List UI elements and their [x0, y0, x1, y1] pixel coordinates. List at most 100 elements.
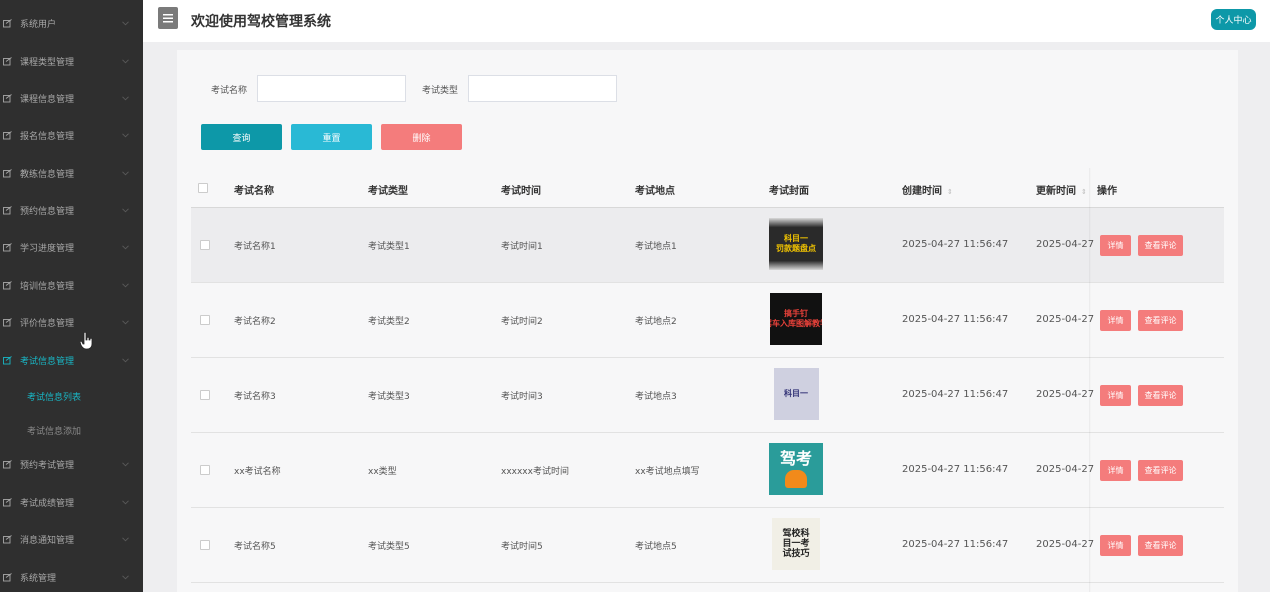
row-checkbox[interactable]	[200, 390, 210, 400]
fixed-column-shadow	[1089, 168, 1091, 592]
sidebar-item[interactable]: 课程类型管理	[0, 43, 143, 79]
sidebar-item[interactable]: 考试信息管理	[0, 342, 143, 378]
cell-exam-time: 考试时间5	[501, 542, 543, 552]
chevron-down-icon	[121, 57, 129, 65]
col-header-cover: 考试封面	[769, 186, 809, 197]
reset-button[interactable]: 重置	[291, 124, 372, 150]
sidebar-item[interactable]: 系统管理	[0, 559, 143, 592]
sidebar-item-label: 学习进度管理	[20, 243, 75, 254]
select-all-checkbox[interactable]	[198, 183, 208, 193]
sidebar-subitem-label: 考试信息列表	[27, 392, 82, 403]
cell-exam-time: 考试时间3	[501, 392, 543, 402]
col-header-created[interactable]: 创建时间 ⇕	[902, 182, 953, 197]
cover-text: 驾车入库图解教学	[770, 319, 822, 328]
col-header-updated[interactable]: 更新时间 ⇕	[1036, 182, 1087, 197]
sidebar-item-label: 预约信息管理	[20, 206, 75, 217]
sidebar-item[interactable]: 消息通知管理	[0, 521, 143, 557]
cell-created-time: 2025-04-27 11:56:47	[902, 239, 1009, 250]
cell-exam-place: 考试地点5	[635, 542, 677, 552]
cell-exam-place: 考试地点2	[635, 317, 677, 327]
delete-button[interactable]: 删除	[381, 124, 462, 150]
sidebar: 系统用户课程类型管理 课程信息管理 报名信息管理教练信息管理预约信息管理 学习进度管理…	[0, 0, 143, 592]
cell-created-time: 2025-04-27 11:56:47	[902, 389, 1009, 400]
chevron-down-icon	[121, 131, 129, 139]
page-title: 欢迎使用驾校管理系统	[191, 14, 331, 30]
detail-button[interactable]: 详情	[1100, 385, 1131, 406]
sidebar-subitem[interactable]: 考试信息添加	[0, 414, 143, 446]
edit-icon	[2, 93, 12, 103]
view-comments-button[interactable]: 查看评论	[1138, 310, 1183, 331]
sidebar-item[interactable]: 培训信息管理	[0, 267, 143, 303]
sidebar-item[interactable]: 评价信息管理	[0, 304, 143, 340]
exam-type-input[interactable]	[468, 75, 617, 102]
edit-icon	[2, 317, 12, 327]
sidebar-item[interactable]: 系统用户	[0, 5, 143, 41]
cover-text: 科目一	[784, 389, 808, 398]
cover-text: 科目一	[784, 234, 808, 243]
edit-icon	[2, 205, 12, 215]
edit-icon	[2, 56, 12, 66]
cell-exam-name: 考试名称3	[234, 392, 276, 402]
cover-text: 搞手钉	[784, 309, 808, 318]
edit-icon	[2, 130, 12, 140]
cell-exam-time: 考试时间1	[501, 242, 543, 252]
cover-text: 驾考	[779, 449, 812, 468]
view-comments-button[interactable]: 查看评论	[1138, 385, 1183, 406]
edit-icon	[2, 242, 12, 252]
car-icon	[785, 470, 807, 488]
sort-icon[interactable]: ⇕	[1081, 188, 1087, 196]
sidebar-item-label: 考试信息管理	[20, 356, 75, 367]
cell-exam-type: 考试类型3	[368, 392, 410, 402]
view-comments-button[interactable]: 查看评论	[1138, 460, 1183, 481]
exam-cover-image: 科目一 罚款题盘点	[769, 218, 823, 270]
sidebar-item[interactable]: 预约信息管理	[0, 192, 143, 228]
chevron-down-icon	[121, 94, 129, 102]
sidebar-item[interactable]: 课程信息管理	[0, 80, 143, 116]
sidebar-item-label: 课程类型管理	[20, 57, 75, 68]
chevron-down-icon	[121, 460, 129, 468]
query-button[interactable]: 查询	[201, 124, 282, 150]
sidebar-item[interactable]: 报名信息管理	[0, 117, 143, 153]
sidebar-item[interactable]: 教练信息管理	[0, 155, 143, 191]
cell-exam-type: xx类型	[368, 467, 397, 477]
exam-type-label: 考试类型	[422, 86, 459, 96]
view-comments-button[interactable]: 查看评论	[1138, 535, 1183, 556]
chevron-down-icon	[121, 498, 129, 506]
view-comments-button[interactable]: 查看评论	[1138, 235, 1183, 256]
detail-button[interactable]: 详情	[1100, 460, 1131, 481]
cell-exam-name: 考试名称5	[234, 542, 276, 552]
col-header-type: 考试类型	[368, 186, 408, 197]
row-checkbox[interactable]	[200, 240, 210, 250]
chevron-down-icon	[121, 535, 129, 543]
detail-button[interactable]: 详情	[1100, 235, 1131, 256]
sidebar-item-label: 报名信息管理	[20, 131, 75, 142]
detail-button[interactable]: 详情	[1100, 310, 1131, 331]
edit-icon	[2, 168, 12, 178]
sidebar-item-label: 课程信息管理	[20, 94, 75, 105]
exam-cover-image: 搞手钉驾车入库图解教学	[770, 293, 822, 345]
col-header-place: 考试地点	[635, 186, 675, 197]
cell-exam-place: 考试地点1	[635, 242, 677, 252]
menu-toggle-button[interactable]	[158, 7, 178, 29]
detail-button[interactable]: 详情	[1100, 535, 1131, 556]
cover-text: 罚款题盘点	[776, 244, 816, 253]
col-header-created-label: 创建时间	[902, 186, 942, 197]
col-header-ops: 操作	[1097, 186, 1117, 197]
exam-name-input[interactable]	[257, 75, 406, 102]
cover-text: 驾校科	[782, 529, 810, 539]
row-checkbox[interactable]	[200, 540, 210, 550]
sidebar-subitem[interactable]: 考试信息列表	[0, 380, 143, 412]
col-header-name: 考试名称	[234, 186, 274, 197]
sidebar-item[interactable]: 学习进度管理	[0, 229, 143, 265]
edit-icon	[2, 355, 12, 365]
cell-exam-time: 考试时间2	[501, 317, 543, 327]
sort-icon[interactable]: ⇕	[947, 188, 953, 196]
row-checkbox[interactable]	[200, 465, 210, 475]
sidebar-item[interactable]: 预约考试管理	[0, 446, 143, 482]
profile-button[interactable]: 个人中心	[1211, 9, 1256, 30]
sidebar-item[interactable]: 考试成绩管理	[0, 484, 143, 520]
sidebar-item-label: 系统用户	[20, 19, 57, 30]
cell-updated-time: 2025-04-27	[1036, 539, 1095, 550]
row-checkbox[interactable]	[200, 315, 210, 325]
mouse-cursor-icon	[80, 332, 93, 350]
